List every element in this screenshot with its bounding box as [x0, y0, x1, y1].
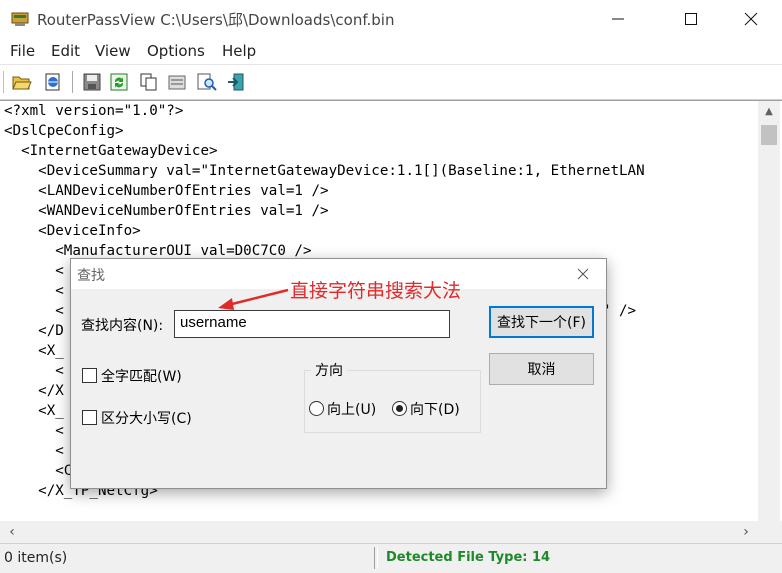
- status-bar: 0 item(s) Detected File Type: 14: [0, 543, 782, 573]
- horizontal-scrollbar[interactable]: ‹ ›: [0, 521, 758, 543]
- status-file-type: Detected File Type: 14: [386, 550, 551, 565]
- menu-file[interactable]: File: [10, 42, 35, 60]
- menu-view[interactable]: View: [95, 42, 131, 60]
- status-divider: [374, 547, 378, 569]
- properties-icon: [168, 75, 186, 90]
- find-input[interactable]: username: [174, 310, 450, 338]
- find-icon: [197, 73, 217, 91]
- find-label: 查找内容(N):: [81, 318, 164, 334]
- exit-icon: [228, 73, 244, 91]
- direction-label: 方向: [311, 360, 347, 380]
- menu-bar: File Edit View Options Help: [0, 38, 782, 64]
- vertical-scroll-thumb[interactable]: [761, 125, 777, 145]
- scroll-left-icon[interactable]: ‹: [2, 521, 22, 543]
- xml-line: <LANDeviceNumberOfEntries val=1 />: [4, 183, 329, 199]
- annotation-text: 直接字符串搜索大法: [290, 280, 462, 302]
- close-icon: [577, 268, 589, 280]
- refresh-button[interactable]: [107, 70, 131, 94]
- whole-word-checkbox[interactable]: [82, 368, 97, 383]
- xml-line: <?xml version="1.0"?>: [4, 103, 184, 119]
- menu-help[interactable]: Help: [222, 42, 256, 60]
- window-title: RouterPassView C:\Users\邱\Downloads\conf…: [37, 11, 395, 29]
- copy-icon: [140, 73, 157, 91]
- copy-button[interactable]: [137, 70, 161, 94]
- xml-line: <DeviceInfo>: [4, 223, 141, 239]
- close-button[interactable]: [728, 0, 774, 38]
- toolbar-separator: [72, 71, 76, 93]
- direction-down-label[interactable]: 向下(D): [410, 399, 460, 419]
- cancel-button[interactable]: 取消: [489, 353, 594, 385]
- annotation-arrow: [218, 288, 289, 310]
- radio-selected-dot: [396, 405, 403, 412]
- xml-line: <DslCpeConfig>: [4, 123, 124, 139]
- open-folder-icon: [12, 76, 32, 90]
- whole-word-label[interactable]: 全字匹配(W): [101, 366, 182, 386]
- toolbar: [0, 64, 782, 100]
- dialog-title: 查找: [77, 268, 105, 284]
- vertical-scrollbar[interactable]: ▲: [758, 101, 780, 521]
- match-case-label[interactable]: 区分大小写(C): [101, 408, 192, 428]
- toolbar-grip: [3, 71, 8, 93]
- find-next-button[interactable]: 查找下一个(F): [489, 306, 594, 338]
- direction-up-radio[interactable]: [309, 401, 324, 416]
- xml-line: <DeviceSummary val="InternetGatewayDevic…: [4, 163, 645, 179]
- open-button[interactable]: [10, 70, 34, 94]
- minimize-button[interactable]: [595, 0, 641, 38]
- maximize-button[interactable]: [668, 0, 714, 38]
- scroll-right-icon[interactable]: ›: [736, 521, 756, 543]
- find-button[interactable]: [195, 70, 219, 94]
- exit-button[interactable]: [224, 70, 248, 94]
- properties-button[interactable]: [165, 70, 189, 94]
- xml-line: <InternetGatewayDevice>: [4, 143, 218, 159]
- close-icon: [744, 12, 758, 26]
- app-icon: [11, 12, 29, 26]
- scrollbar-corner: [758, 521, 782, 543]
- report-button[interactable]: [41, 70, 65, 94]
- xml-line: <WANDeviceNumberOfEntries val=1 />: [4, 203, 329, 219]
- dialog-close-button[interactable]: [571, 263, 595, 285]
- scroll-up-icon[interactable]: ▲: [758, 101, 780, 121]
- menu-edit[interactable]: Edit: [51, 42, 80, 60]
- direction-down-radio[interactable]: [392, 401, 407, 416]
- direction-up-label[interactable]: 向上(U): [327, 399, 376, 419]
- maximize-icon: [685, 13, 697, 25]
- minimize-icon: [612, 18, 624, 20]
- match-case-checkbox[interactable]: [82, 410, 97, 425]
- save-button[interactable]: [80, 70, 104, 94]
- menu-options[interactable]: Options: [147, 42, 205, 60]
- title-bar: RouterPassView C:\Users\邱\Downloads\conf…: [0, 0, 782, 38]
- status-item-count: 0 item(s): [4, 550, 68, 566]
- report-icon: [45, 73, 60, 91]
- save-icon: [83, 73, 101, 91]
- refresh-icon: [110, 73, 128, 91]
